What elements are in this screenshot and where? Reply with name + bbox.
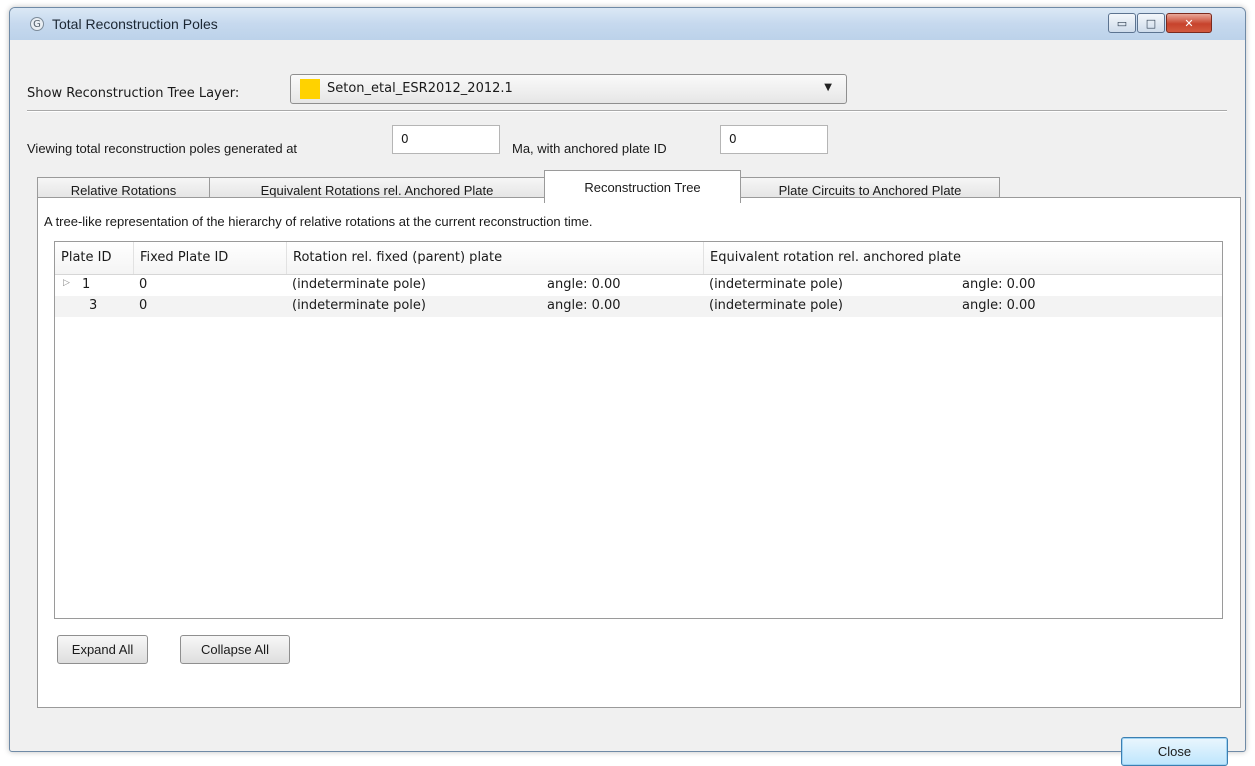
rel-angle-cell: angle: 0.00	[547, 277, 621, 292]
tree-header: Plate ID Fixed Plate ID Rotation rel. fi…	[55, 242, 1222, 275]
equiv-angle-cell: angle: 0.00	[962, 298, 1036, 313]
tab-reconstruction-tree[interactable]: Reconstruction Tree	[544, 170, 741, 203]
panel-description: A tree-like representation of the hierar…	[44, 214, 593, 229]
minimize-button[interactable]: ▭	[1108, 13, 1136, 33]
layer-color-swatch	[300, 79, 320, 99]
dialog-content: Show Reconstruction Tree Layer: Seton_et…	[10, 40, 1245, 766]
reconstruction-time-input[interactable]: 0	[392, 125, 500, 154]
rel-pole-cell: (indeterminate pole)	[292, 298, 426, 313]
fixed-plate-id-cell: 0	[139, 298, 148, 313]
layer-select[interactable]: Seton_etal_ESR2012_2012.1 ▼	[290, 74, 847, 104]
window-close-button[interactable]: ✕	[1166, 13, 1212, 33]
title-bar[interactable]: G Total Reconstruction Poles ▭ □ ✕	[10, 8, 1245, 40]
expand-arrow-icon[interactable]: ▷	[63, 278, 70, 288]
column-header-equivalent-rotation[interactable]: Equivalent rotation rel. anchored plate	[704, 242, 1222, 274]
reconstruction-tree-panel: A tree-like representation of the hierar…	[37, 197, 1241, 708]
equiv-pole-cell: (indeterminate pole)	[709, 277, 843, 292]
dialog-window: G Total Reconstruction Poles ▭ □ ✕ Show …	[9, 7, 1246, 766]
equiv-pole-cell: (indeterminate pole)	[709, 298, 843, 313]
maximize-button[interactable]: □	[1137, 13, 1165, 33]
tree-row[interactable]: 3 0 (indeterminate pole) angle: 0.00 (in…	[55, 296, 1222, 317]
gplates-app-icon: G	[30, 17, 44, 31]
rel-pole-cell: (indeterminate pole)	[292, 277, 426, 292]
rel-angle-cell: angle: 0.00	[547, 298, 621, 313]
column-header-fixed-plate-id[interactable]: Fixed Plate ID	[134, 242, 287, 274]
column-header-rotation-rel-fixed[interactable]: Rotation rel. fixed (parent) plate	[287, 242, 704, 274]
separator	[27, 110, 1227, 112]
anchored-plate-label: Ma, with anchored plate ID	[512, 141, 667, 156]
chevron-down-icon: ▼	[824, 82, 832, 93]
anchored-plate-id-input[interactable]: 0	[720, 125, 828, 154]
expand-all-button[interactable]: Expand All	[57, 635, 148, 664]
equiv-angle-cell: angle: 0.00	[962, 277, 1036, 292]
layer-label: Show Reconstruction Tree Layer:	[27, 86, 240, 101]
layer-select-value: Seton_etal_ESR2012_2012.1	[327, 81, 513, 96]
collapse-all-button[interactable]: Collapse All	[180, 635, 290, 664]
tree-row[interactable]: ▷ 1 0 (indeterminate pole) angle: 0.00 (…	[55, 275, 1222, 296]
plate-id-cell: 3	[89, 298, 98, 313]
fixed-plate-id-cell: 0	[139, 277, 148, 292]
plate-id-cell: 1	[82, 277, 91, 292]
column-header-plate-id[interactable]: Plate ID	[55, 242, 134, 274]
window-title: Total Reconstruction Poles	[52, 16, 218, 32]
reconstruction-tree-view[interactable]: Plate ID Fixed Plate ID Rotation rel. fi…	[54, 241, 1223, 619]
viewing-label: Viewing total reconstruction poles gener…	[27, 141, 298, 156]
